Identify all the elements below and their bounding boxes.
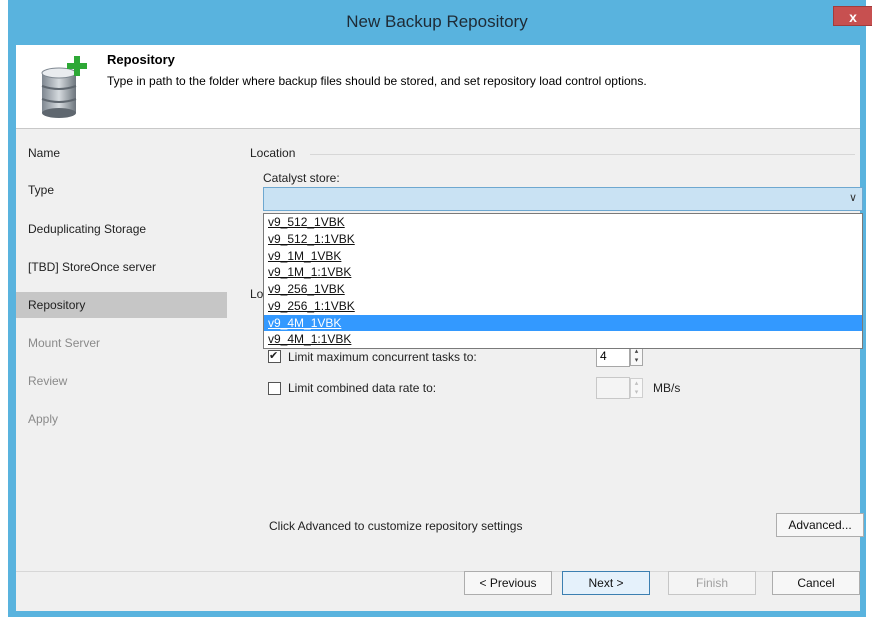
dropdown-option[interactable]: v9_512_1VBK bbox=[264, 214, 862, 231]
close-button[interactable]: x bbox=[833, 6, 872, 26]
dropdown-option[interactable]: v9_1M_1VBK bbox=[264, 248, 862, 265]
title-bar[interactable]: New Backup Repository x bbox=[8, 0, 872, 45]
spin-down-icon: ▾ bbox=[634, 389, 639, 396]
step-apply: Apply bbox=[28, 412, 59, 426]
dropdown-option[interactable]: v9_256_1:1VBK bbox=[264, 298, 862, 315]
dropdown-option[interactable]: v9_512_1:1VBK bbox=[264, 231, 862, 248]
step-repository[interactable]: Repository bbox=[16, 292, 227, 318]
database-add-icon bbox=[41, 56, 87, 118]
spin-up-icon: ▴ bbox=[634, 380, 639, 387]
step-type[interactable]: Type bbox=[16, 177, 227, 203]
next-button[interactable]: Next > bbox=[562, 571, 650, 595]
dropdown-option[interactable]: v9_4M_1:1VBK bbox=[264, 331, 862, 348]
advanced-hint: Click Advanced to customize repository s… bbox=[269, 519, 523, 533]
header-description: Type in path to the folder where backup … bbox=[107, 74, 647, 88]
limit-rate-label: Limit combined data rate to: bbox=[288, 381, 437, 395]
wizard-steps: Name Type Deduplicating Storage [TBD] St… bbox=[16, 129, 229, 571]
step-storeonce-server[interactable]: [TBD] StoreOnce server bbox=[16, 254, 227, 280]
dropdown-option[interactable]: v9_1M_1:1VBK bbox=[264, 264, 862, 281]
dropdown-option-selected[interactable]: v9_4M_1VBK bbox=[264, 314, 862, 332]
step-name[interactable]: Name bbox=[16, 140, 227, 166]
advanced-button[interactable]: Advanced... bbox=[776, 513, 864, 537]
finish-button: Finish bbox=[668, 571, 756, 595]
limit-rate-stepper: ▴ ▾ bbox=[630, 378, 643, 398]
step-deduplicating-storage[interactable]: Deduplicating Storage bbox=[16, 216, 227, 242]
wizard-content: Location Catalyst store: ∨ Lo Limit maxi… bbox=[230, 129, 864, 571]
limit-tasks-checkbox[interactable] bbox=[268, 349, 281, 363]
catalyst-store-dropdown[interactable]: v9_512_1VBK v9_512_1:1VBK v9_1M_1VBK v9_… bbox=[263, 213, 863, 349]
catalyst-store-label: Catalyst store: bbox=[263, 171, 340, 185]
step-review: Review bbox=[28, 374, 68, 388]
location-group-label: Location bbox=[250, 146, 296, 160]
step-mount-server: Mount Server bbox=[28, 336, 101, 350]
header-title: Repository bbox=[107, 52, 175, 67]
previous-button[interactable]: < Previous bbox=[464, 571, 552, 595]
limit-tasks-label: Limit maximum concurrent tasks to: bbox=[288, 350, 477, 364]
rate-unit-label: MB/s bbox=[653, 381, 681, 395]
limit-tasks-stepper[interactable]: ▴ ▾ bbox=[630, 346, 643, 366]
chevron-down-icon[interactable]: ∨ bbox=[849, 191, 857, 204]
wizard-header: Repository Type in path to the folder wh… bbox=[16, 45, 860, 129]
dialog-window: New Backup Repository x Repository Type … bbox=[8, 0, 872, 617]
catalyst-store-combobox[interactable]: ∨ bbox=[263, 187, 863, 211]
load-control-group-label: Lo bbox=[250, 287, 264, 301]
limit-rate-checkbox[interactable] bbox=[268, 382, 281, 395]
cancel-button[interactable]: Cancel bbox=[772, 571, 860, 595]
location-divider bbox=[310, 154, 855, 155]
dialog-client: Repository Type in path to the folder wh… bbox=[16, 45, 864, 611]
window-title: New Backup Repository bbox=[346, 12, 528, 31]
spin-down-icon[interactable]: ▾ bbox=[631, 356, 642, 365]
limit-rate-input bbox=[596, 377, 630, 399]
dropdown-option[interactable]: v9_256_1VBK bbox=[264, 281, 862, 298]
